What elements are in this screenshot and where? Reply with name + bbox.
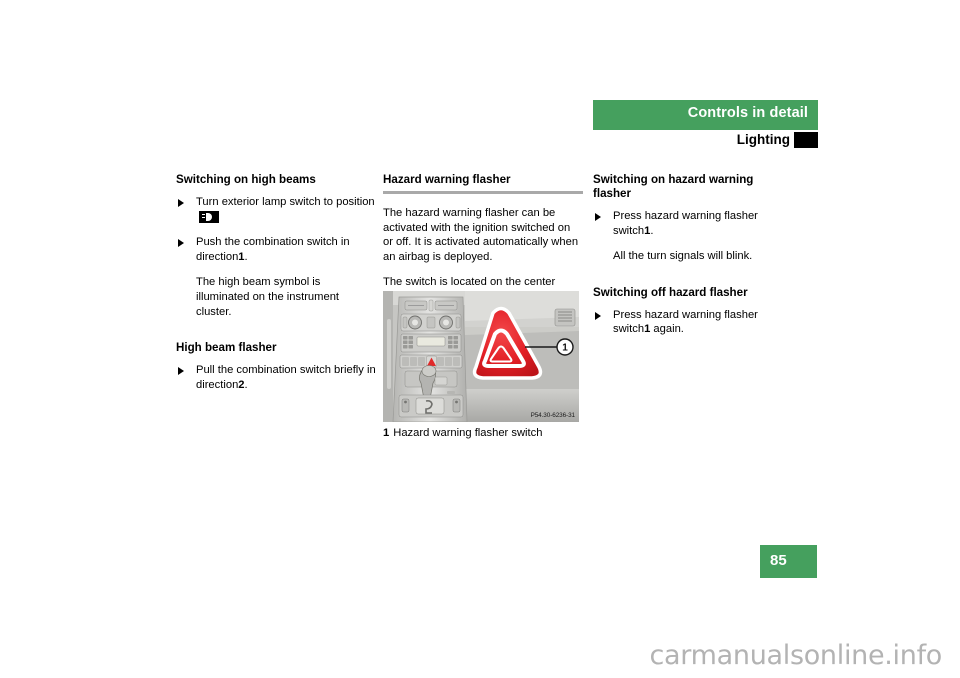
page-number-box: 85 <box>760 545 817 578</box>
figure-reference-code: P54.30-6236-31 <box>530 412 576 419</box>
center-console <box>392 296 468 422</box>
paragraph-hazard-activation: The hazard warning flasher can be activa… <box>383 207 579 263</box>
note-high-beam-symbol: The high beam symbol is illuminated on t… <box>196 276 340 318</box>
chapter-title: Controls in detail <box>687 105 808 121</box>
bullet-triangle-icon <box>178 367 184 376</box>
bullet-push-combination-switch: Push the combination switch in direction… <box>176 235 376 264</box>
svg-text:1: 1 <box>562 343 568 354</box>
section-title: Lighting <box>736 132 790 147</box>
left-column: Switching on high beams Turn exterior la… <box>176 173 376 403</box>
bullet-press-hazard-switch-off: Press hazard warning flasher switch1 aga… <box>593 308 793 337</box>
bullet-press-hazard-switch-on: Press hazard warning flasher switch1. <box>593 209 793 238</box>
air-vent <box>554 308 576 327</box>
bullet-text-tail: . <box>244 250 248 263</box>
high-beam-icon <box>199 210 219 223</box>
heading-high-beam-flasher: High beam flasher <box>176 341 277 355</box>
bullet-text: Push the combination switch in direction <box>196 236 350 263</box>
bullet-triangle-icon <box>595 311 601 320</box>
section-divider-rule <box>383 191 583 194</box>
right-column: Switching on hazard warning flasher Pres… <box>593 173 793 348</box>
bullet-text: Press hazard warning flasher switch <box>613 308 758 336</box>
bullet-triangle-icon <box>178 239 184 248</box>
bullet-text: Press hazard warning flasher switch <box>613 210 758 237</box>
bullet-pull-combination-switch: Pull the combination switch briefly in d… <box>176 363 376 392</box>
console-illustration: 1 <box>383 291 579 422</box>
heading-switching-on-high-beams: Switching on high beams <box>176 173 316 186</box>
bullet-turn-exterior-lamp-switch: Turn exterior lamp switch to position <box>176 195 376 224</box>
caption-text: Hazard warning flasher switch <box>393 427 543 439</box>
site-watermark: carmanualsonline.info <box>649 640 943 671</box>
section-header: Lighting <box>593 132 818 150</box>
heading-switching-on-hazard-warning-flasher: Switching on hazard warning flasher <box>593 173 754 200</box>
page-number: 85 <box>770 552 787 569</box>
figure-caption: 1 Hazard warning flasher switch <box>383 426 542 440</box>
bullet-text-tail: . <box>244 378 248 391</box>
heading-switching-off-hazard-flasher: Switching off hazard flasher <box>593 285 748 299</box>
heading-hazard-warning-flasher: Hazard warning flasher <box>383 173 511 186</box>
note-turn-signals-blink: All the turn signals will blink. <box>613 250 753 263</box>
section-marker-block <box>794 132 818 148</box>
chapter-header-band: Controls in detail <box>593 100 818 130</box>
bullet-text: Pull the combination switch briefly in d… <box>196 364 376 391</box>
bullet-text: Turn exterior lamp switch to position <box>196 196 375 208</box>
caption-number: 1 <box>383 427 390 439</box>
bullet-text-tail: again. <box>650 323 684 336</box>
figure-center-console: 1 P54.30-6236-31 <box>383 291 579 422</box>
bullet-triangle-icon <box>595 213 601 221</box>
bullet-triangle-icon <box>178 199 184 207</box>
bullet-text-tail: . <box>650 224 654 237</box>
